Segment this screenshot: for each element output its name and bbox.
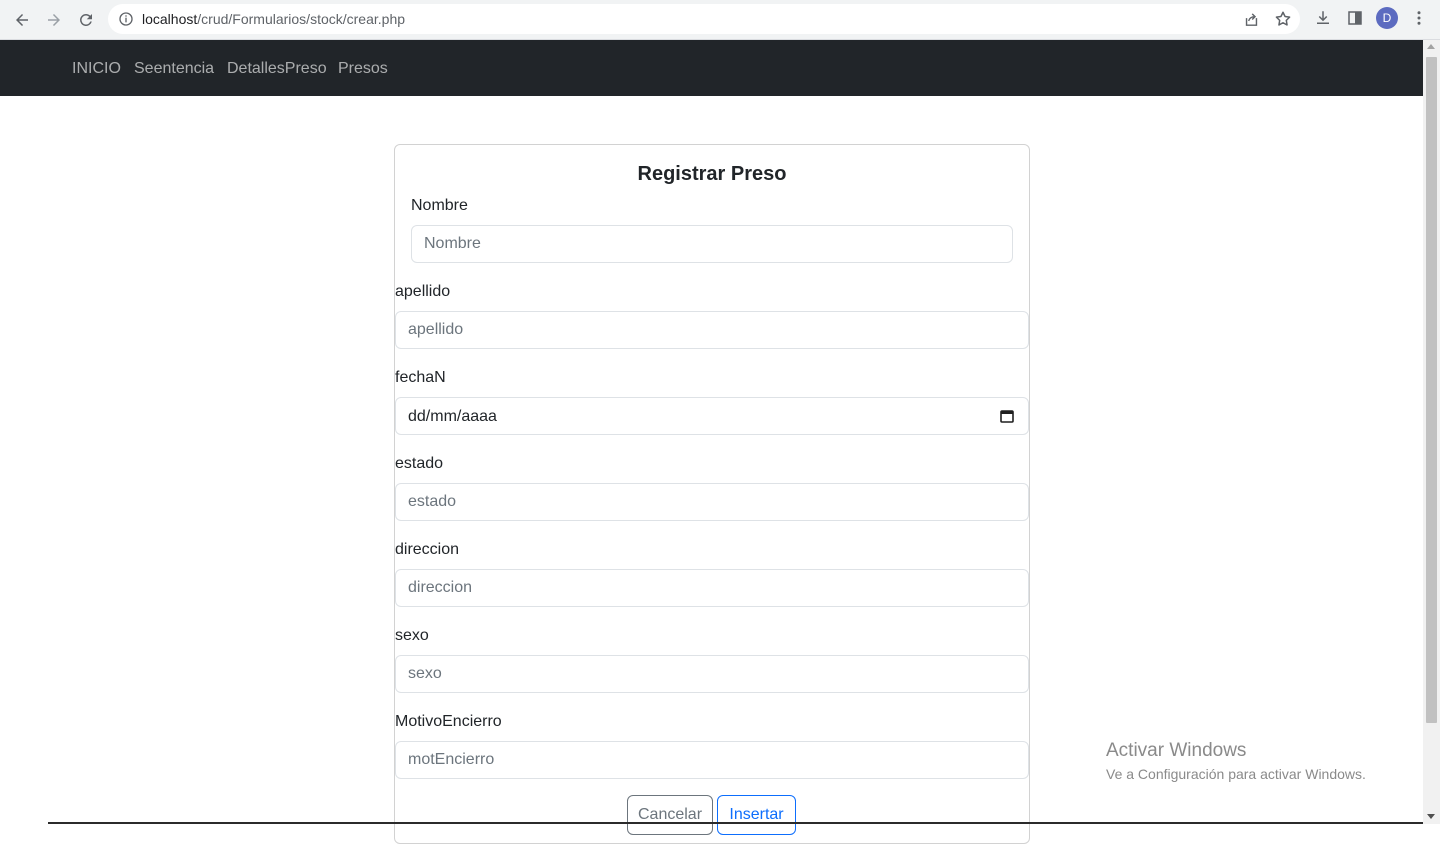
side-panel-icon[interactable] bbox=[1344, 7, 1366, 29]
nombre-input[interactable] bbox=[411, 225, 1013, 263]
forward-button[interactable] bbox=[41, 7, 67, 33]
apellido-label: apellido bbox=[395, 283, 451, 300]
share-icon[interactable] bbox=[1242, 10, 1260, 28]
url-text[interactable]: localhost/crud/Formularios/stock/crear.p… bbox=[142, 11, 405, 27]
address-bar[interactable]: localhost/crud/Formularios/stock/crear.p… bbox=[108, 4, 1300, 34]
estado-label: estado bbox=[395, 455, 444, 472]
estado-input[interactable] bbox=[395, 483, 1029, 521]
scroll-thumb[interactable] bbox=[1426, 57, 1437, 723]
url-path: /crud/Formularios/stock/crear.php bbox=[197, 11, 406, 27]
nav-link-inicio[interactable]: INICIO bbox=[72, 59, 121, 79]
arrow-right-icon bbox=[48, 14, 60, 26]
reload-button[interactable] bbox=[73, 7, 99, 33]
sexo-input[interactable] bbox=[395, 655, 1029, 693]
url-host: localhost bbox=[142, 11, 198, 27]
page-scrollbar[interactable] bbox=[1423, 40, 1440, 824]
download-icon[interactable] bbox=[1312, 7, 1334, 29]
date-format-text: dd/mm/aaaa bbox=[408, 408, 497, 425]
watermark-subtitle: Ve a Configuración para activar Windows. bbox=[1106, 766, 1366, 782]
more-menu-icon[interactable] bbox=[1408, 7, 1430, 29]
motivo-label: MotivoEncierro bbox=[395, 713, 502, 730]
fecha-date-input[interactable]: dd/mm/aaaa bbox=[395, 397, 1029, 435]
direccion-input[interactable] bbox=[395, 569, 1029, 607]
watermark-title: Activar Windows bbox=[1106, 740, 1247, 761]
reload-icon bbox=[80, 14, 92, 26]
back-button[interactable] bbox=[9, 7, 35, 33]
browser-toolbar: localhost/crud/Formularios/stock/crear.p… bbox=[0, 0, 1440, 40]
scroll-up-arrow-icon[interactable] bbox=[1427, 44, 1435, 49]
insert-button[interactable]: Insertar bbox=[717, 795, 796, 835]
nav-link-seentencia[interactable]: Seentencia bbox=[134, 59, 214, 79]
profile-avatar[interactable]: D bbox=[1376, 7, 1398, 29]
sexo-label: sexo bbox=[395, 627, 429, 644]
nav-link-detallespreso[interactable]: DetallesPreso bbox=[227, 59, 327, 79]
apellido-input[interactable] bbox=[395, 311, 1029, 349]
info-icon[interactable] bbox=[118, 11, 134, 27]
top-navbar: INICIO Seentencia DetallesPreso Presos bbox=[0, 40, 1423, 96]
fecha-label: fechaN bbox=[395, 369, 446, 386]
scroll-down-arrow-icon[interactable] bbox=[1427, 814, 1435, 819]
form-title: Registrar Preso bbox=[637, 163, 787, 185]
bookmark-star-icon[interactable] bbox=[1274, 10, 1292, 28]
windows-activation-watermark: Activar Windows Ve a Configuración para … bbox=[1106, 740, 1366, 783]
motivo-input[interactable] bbox=[395, 741, 1029, 779]
cancel-button[interactable]: Cancelar bbox=[627, 795, 713, 835]
direccion-label: direccion bbox=[395, 541, 460, 558]
nav-link-presos[interactable]: Presos bbox=[338, 59, 388, 79]
calendar-icon[interactable] bbox=[1000, 409, 1014, 423]
arrow-left-icon bbox=[16, 14, 28, 26]
nombre-label: Nombre bbox=[411, 197, 468, 214]
